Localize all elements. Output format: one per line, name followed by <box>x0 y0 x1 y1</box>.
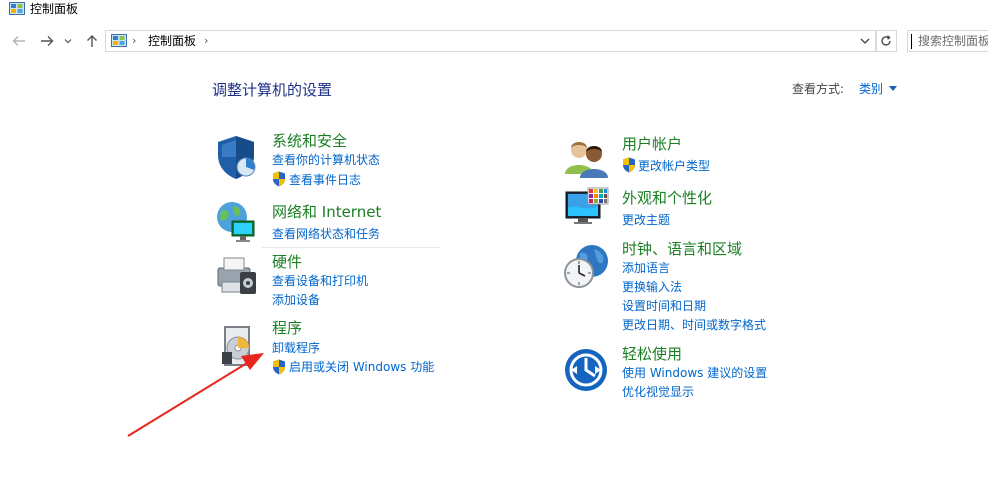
annotation-arrow <box>127 353 264 437</box>
